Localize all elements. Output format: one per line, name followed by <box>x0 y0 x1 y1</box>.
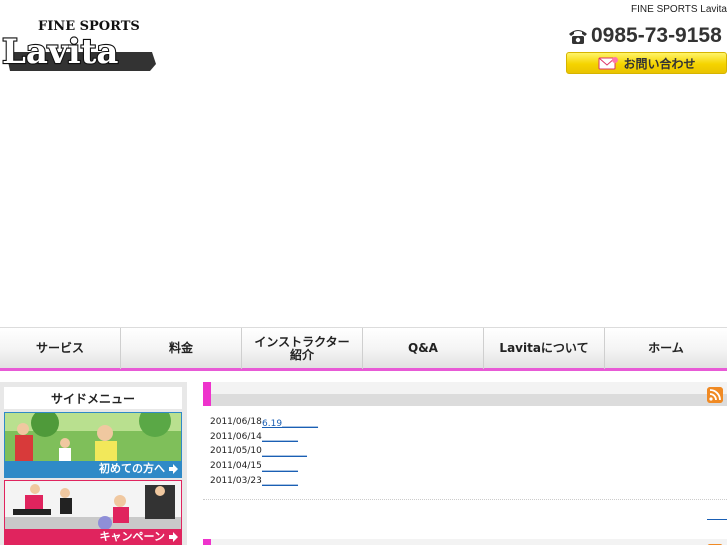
banner-first-time[interactable]: 初めての方へ <box>4 412 182 478</box>
divider <box>203 499 727 500</box>
mail-icon <box>598 57 619 70</box>
news-link[interactable]: ＿＿＿＿ <box>262 474 298 487</box>
nav-item-label: サービス <box>35 341 84 355</box>
campaign-photo <box>5 481 181 531</box>
list-item: 2011/05/10 ＿＿＿＿＿ <box>210 444 610 459</box>
sidebar: サイドメニュー 初めての方へ キャンペーン <box>0 382 187 545</box>
bar-highlight <box>211 539 727 545</box>
news-header-bar <box>203 382 727 406</box>
news-list: 2011/06/18 6.19＿＿＿＿ 2011/06/14 ＿＿＿＿ 2011… <box>210 415 610 488</box>
list-item: 2011/03/23 ＿＿＿＿ <box>210 473 610 488</box>
phone-number[interactable]: 0985-73-9158 <box>567 24 722 48</box>
page: FINE SPORTS Lavita FINE SPORTS Lavita 09… <box>0 0 727 545</box>
nav-item-label: Q&A <box>408 341 438 355</box>
first-time-photo <box>5 413 181 463</box>
contact-button[interactable]: お問い合わせ <box>566 52 727 74</box>
nav-item-instructor[interactable]: インストラクター 紹介 <box>242 328 363 369</box>
banner-campaign-label: キャンペーン <box>5 529 181 545</box>
global-nav: サービス 料金 インストラクター 紹介 Q&A Lavitaについて ホーム <box>0 327 727 371</box>
telephone-icon <box>569 30 587 44</box>
news-link[interactable]: ＿＿＿＿＿ <box>262 445 307 458</box>
news-link[interactable]: ＿＿＿＿ <box>262 430 298 443</box>
section-accent <box>203 382 211 406</box>
news-date: 2011/03/23 <box>210 475 262 486</box>
contact-label: お問い合わせ <box>623 56 696 71</box>
nav-item-label: Lavitaについて <box>499 341 589 355</box>
news-link[interactable]: 6.19＿＿＿＿ <box>262 416 318 429</box>
banner-campaign[interactable]: キャンペーン <box>4 480 182 545</box>
list-item: 2011/06/14 ＿＿＿＿ <box>210 430 610 445</box>
nav-item-about[interactable]: Lavitaについて <box>484 328 605 369</box>
section-header-bar <box>203 539 727 545</box>
logo-graphic: FINE SPORTS Lavita <box>2 19 156 72</box>
phone-text: 0985-73-9158 <box>591 24 722 47</box>
rss-icon[interactable] <box>707 387 723 403</box>
lavita-logo[interactable]: FINE SPORTS Lavita <box>2 14 158 72</box>
nav-item-label: ホーム <box>648 341 684 355</box>
nav-item-home[interactable]: ホーム <box>605 328 727 369</box>
brand-name: FINE SPORTS Lavita <box>631 4 727 15</box>
nav-item-label: インストラクター 紹介 <box>254 334 350 362</box>
main-content: 2011/06/18 6.19＿＿＿＿ 2011/06/14 ＿＿＿＿ 2011… <box>203 382 727 545</box>
arrow-right-icon <box>169 464 178 474</box>
banner-first-time-label: 初めての方へ <box>5 461 181 477</box>
list-item: 2011/06/18 6.19＿＿＿＿ <box>210 415 610 430</box>
more-link[interactable] <box>707 519 727 520</box>
sidebar-title: サイドメニュー <box>4 387 182 409</box>
list-item: 2011/04/15 ＿＿＿＿ <box>210 459 610 474</box>
bar-highlight <box>211 382 727 394</box>
nav-item-qa[interactable]: Q&A <box>363 328 484 369</box>
logo-main-text: Lavita <box>2 32 118 72</box>
news-date: 2011/06/14 <box>210 431 262 442</box>
news-date: 2011/04/15 <box>210 461 262 472</box>
news-date: 2011/05/10 <box>210 446 262 457</box>
bar-shade <box>211 394 727 406</box>
arrow-right-icon <box>169 532 178 542</box>
nav-item-label: 料金 <box>168 341 193 355</box>
nav-item-price[interactable]: 料金 <box>121 328 242 369</box>
news-date: 2011/06/18 <box>210 417 262 428</box>
nav-item-service[interactable]: サービス <box>0 328 121 369</box>
section-accent <box>203 539 211 545</box>
news-link[interactable]: ＿＿＿＿ <box>262 460 298 473</box>
